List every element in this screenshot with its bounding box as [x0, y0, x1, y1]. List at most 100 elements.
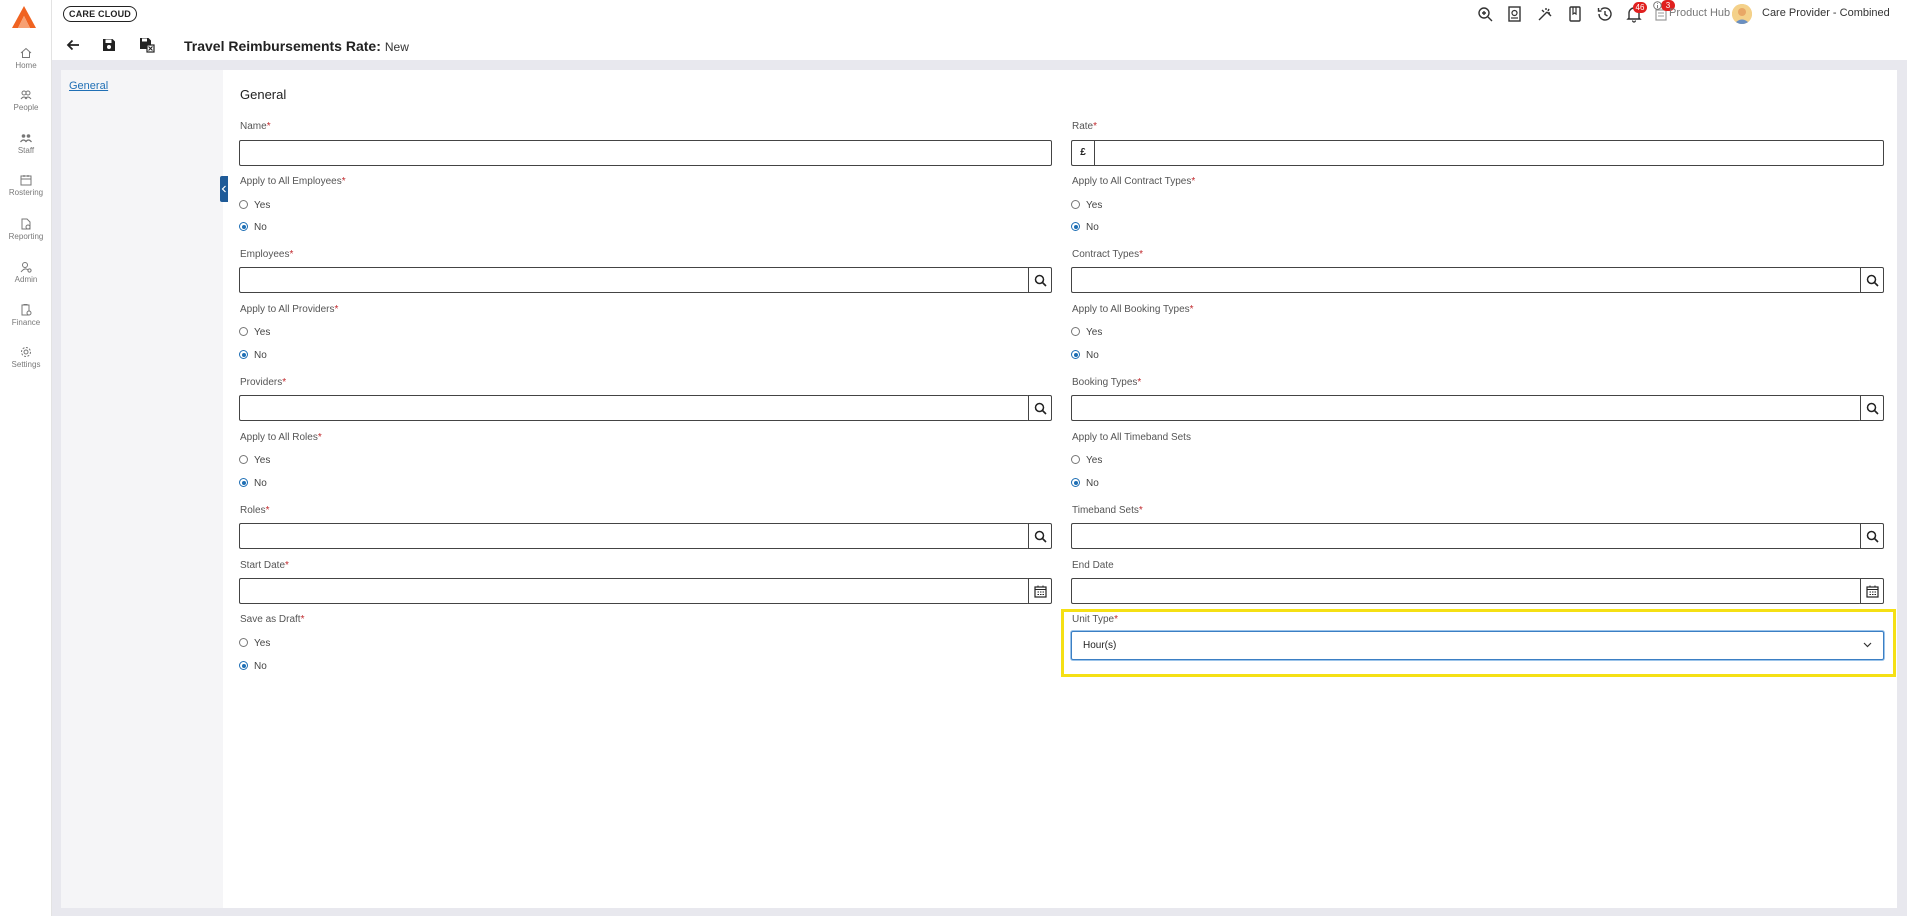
start-date-input[interactable]	[239, 578, 1029, 604]
contract-types-search-button[interactable]	[1860, 267, 1884, 293]
book-icon[interactable]	[1566, 5, 1584, 23]
radio-label: No	[1086, 350, 1099, 361]
unit-type-select[interactable]: Hour(s)	[1071, 631, 1884, 660]
save-as-draft-label: Save as Draft*	[240, 614, 305, 625]
section-title: General	[240, 87, 287, 102]
required-mark: *	[1137, 377, 1142, 388]
nav-label: Admin	[14, 275, 38, 284]
section-sidebar	[61, 70, 223, 908]
employees-label: Employees*	[240, 249, 293, 260]
notifications-badge: 46	[1633, 2, 1647, 13]
radio-indicator[interactable]	[239, 350, 248, 359]
search-icon	[1034, 530, 1047, 543]
rate-input[interactable]	[1094, 140, 1884, 166]
apply-contract-types-label: Apply to All Contract Types*	[1072, 176, 1195, 187]
employees-input[interactable]	[239, 267, 1029, 293]
timeband-sets-search-button[interactable]	[1860, 523, 1884, 549]
nav-label: Settings	[11, 360, 41, 369]
end-date-picker-button[interactable]	[1860, 578, 1884, 604]
roles-label: Roles*	[240, 505, 269, 516]
end-date-label: End Date	[1072, 560, 1114, 571]
radio-label: Yes	[1086, 455, 1103, 466]
collapse-sidebar-tab[interactable]	[220, 176, 228, 202]
staff-icon	[20, 134, 32, 143]
name-label: Name*	[240, 121, 271, 132]
unit-type-label: Unit Type*	[1072, 614, 1118, 625]
radio-label: No	[254, 350, 267, 361]
radio-indicator[interactable]	[239, 661, 248, 670]
user-avatar[interactable]	[1732, 4, 1752, 24]
brand-badge[interactable]: CARE CLOUD	[63, 6, 137, 22]
radio-indicator[interactable]	[1071, 222, 1080, 231]
radio-indicator[interactable]	[1071, 327, 1080, 336]
radio-label: Yes	[254, 638, 271, 649]
calendar-icon	[1866, 585, 1879, 598]
roles-input[interactable]	[239, 523, 1029, 549]
label-text: Start Date	[240, 560, 286, 571]
nav-label: Home	[15, 61, 37, 70]
radio-label: No	[254, 661, 267, 672]
label-text: Booking Types	[1072, 377, 1138, 388]
label-text: Providers	[240, 377, 283, 388]
nav-item-finance[interactable]: Finance	[0, 304, 52, 327]
required-mark: *	[1189, 304, 1194, 315]
booking-types-input[interactable]	[1071, 395, 1861, 421]
nav-item-rostering[interactable]: Rostering	[0, 174, 52, 197]
sidebar-link-general[interactable]: General	[69, 80, 108, 92]
search-icon	[1866, 274, 1879, 287]
radio-label: No	[254, 222, 267, 233]
document-search-icon[interactable]	[1506, 5, 1524, 23]
apply-employees-label: Apply to All Employees*	[240, 176, 346, 187]
radio-indicator[interactable]	[1071, 455, 1080, 464]
required-mark: *	[1139, 249, 1143, 260]
contract-types-input[interactable]	[1071, 267, 1861, 293]
start-date-picker-button[interactable]	[1028, 578, 1052, 604]
user-name[interactable]: Care Provider - Combined	[1762, 7, 1890, 19]
required-mark: *	[266, 121, 271, 132]
timeband-sets-input[interactable]	[1071, 523, 1861, 549]
unit-type-value: Hour(s)	[1083, 640, 1117, 651]
name-input[interactable]	[239, 140, 1052, 166]
radio-indicator[interactable]	[239, 327, 248, 336]
required-mark: *	[285, 560, 289, 571]
back-arrow-icon[interactable]	[64, 36, 82, 54]
radio-indicator[interactable]	[239, 455, 248, 464]
zoom-in-icon[interactable]	[1476, 5, 1494, 23]
avatar-image	[1732, 4, 1752, 24]
product-hub-link[interactable]: Product Hub	[1669, 7, 1730, 19]
radio-indicator[interactable]	[1071, 478, 1080, 487]
radio-indicator[interactable]	[1071, 200, 1080, 209]
info-icon[interactable]	[1653, 1, 1662, 10]
label-text: Unit Type	[1072, 614, 1115, 625]
nav-item-reporting[interactable]: Reporting	[0, 218, 52, 241]
radio-label: Yes	[254, 455, 271, 466]
nav-item-admin[interactable]: Admin	[0, 261, 52, 284]
end-date-input[interactable]	[1071, 578, 1861, 604]
page-toolbar: Travel Reimbursements Rate: New	[52, 28, 1907, 60]
providers-input[interactable]	[239, 395, 1029, 421]
radio-indicator[interactable]	[239, 200, 248, 209]
radio-indicator[interactable]	[1071, 350, 1080, 359]
radio-label: No	[1086, 222, 1099, 233]
radio-indicator[interactable]	[239, 638, 248, 647]
nav-item-staff[interactable]: Staff	[0, 132, 52, 155]
radio-label: Yes	[1086, 200, 1103, 211]
radio-indicator[interactable]	[239, 478, 248, 487]
care-cloud-logo[interactable]	[11, 5, 37, 29]
save-and-close-icon[interactable]	[138, 36, 156, 54]
employees-search-button[interactable]	[1028, 267, 1052, 293]
label-text: Apply to All Contract Types	[1072, 176, 1192, 187]
roles-search-button[interactable]	[1028, 523, 1052, 549]
nav-item-people[interactable]: People	[0, 89, 52, 112]
magic-wand-icon[interactable]	[1536, 5, 1554, 23]
nav-label: Staff	[17, 146, 35, 155]
required-mark: *	[1138, 505, 1143, 516]
radio-indicator[interactable]	[239, 222, 248, 231]
history-icon[interactable]	[1596, 5, 1614, 23]
label-text: Apply to All Employees	[240, 176, 342, 187]
booking-types-search-button[interactable]	[1860, 395, 1884, 421]
nav-item-home[interactable]: Home	[0, 47, 52, 70]
nav-item-settings[interactable]: Settings	[0, 346, 52, 369]
save-icon[interactable]	[100, 36, 118, 54]
providers-search-button[interactable]	[1028, 395, 1052, 421]
